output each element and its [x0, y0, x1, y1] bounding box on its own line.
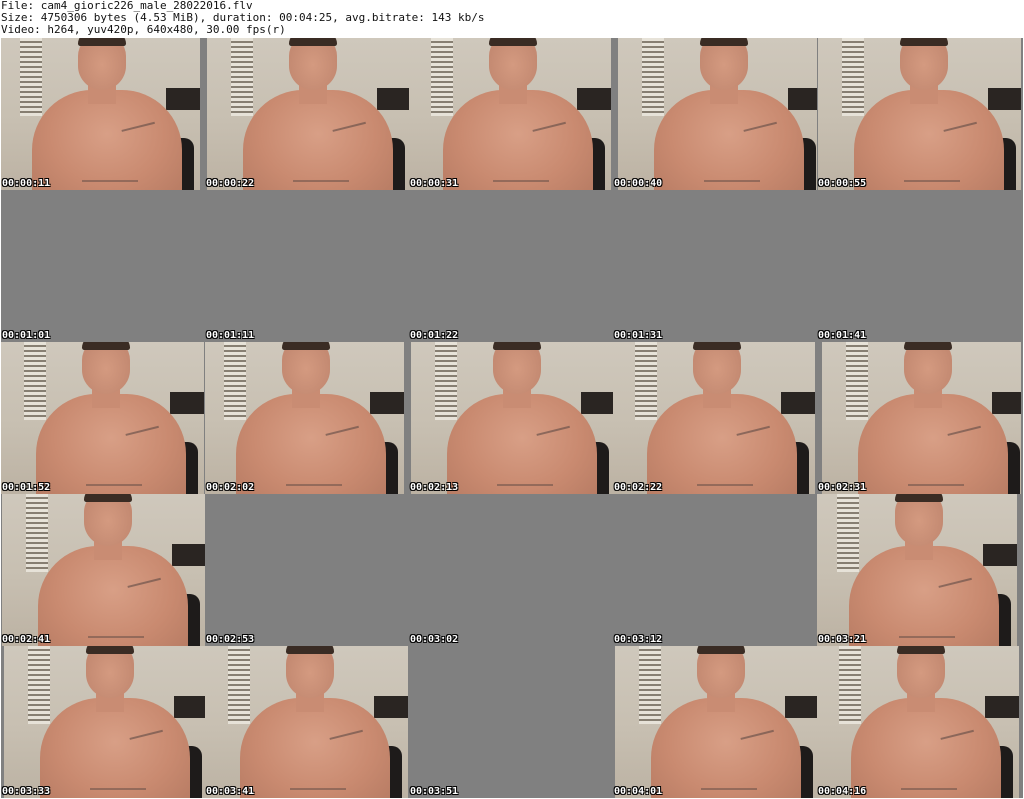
timestamp-label: 00:03:51	[410, 786, 459, 797]
frame-image	[822, 342, 1021, 494]
video-frame-thumbnail: 00:00:55	[817, 38, 1021, 190]
video-frame-thumbnail: 00:03:21	[817, 494, 1021, 646]
frame-image	[411, 342, 613, 494]
timestamp-label: 00:00:40	[614, 178, 663, 189]
frame-image	[409, 38, 611, 190]
video-frame-thumbnail: 00:04:01	[613, 646, 817, 798]
timestamp-label: 00:03:02	[410, 634, 459, 645]
timestamp-label: 00:01:41	[818, 330, 867, 341]
video-frame-thumbnail: 00:00:31	[409, 38, 613, 190]
video-frame-thumbnail: 00:02:13	[409, 342, 613, 494]
blank-frame: 00:01:22	[409, 190, 613, 342]
timestamp-label: 00:02:02	[206, 482, 255, 493]
blank-frame: 00:02:53	[205, 494, 409, 646]
blank-frame: 00:01:41	[817, 190, 1021, 342]
video-frame-thumbnail: 00:02:02	[205, 342, 409, 494]
blank-frame: 00:01:11	[205, 190, 409, 342]
blank-frame: 00:03:12	[613, 494, 817, 646]
video-frame-thumbnail: 00:02:22	[613, 342, 817, 494]
file-info-header: File: cam4_gioric226_male_28022016.flv S…	[1, 0, 1023, 38]
timestamp-label: 00:02:53	[206, 634, 255, 645]
frame-image	[205, 646, 408, 798]
timestamp-label: 00:01:52	[2, 482, 51, 493]
timestamp-label: 00:02:41	[2, 634, 51, 645]
frame-image	[818, 38, 1021, 190]
timestamp-label: 00:03:21	[818, 634, 867, 645]
video-frame-thumbnail: 00:01:52	[1, 342, 205, 494]
video-frame-thumbnail: 00:03:33	[1, 646, 205, 798]
timestamp-label: 00:01:31	[614, 330, 663, 341]
timestamp-label: 00:04:01	[614, 786, 663, 797]
timestamp-label: 00:02:13	[410, 482, 459, 493]
timestamp-label: 00:03:33	[2, 786, 51, 797]
timestamp-label: 00:04:16	[818, 786, 867, 797]
timestamp-label: 00:02:22	[614, 482, 663, 493]
frame-image	[1, 342, 204, 494]
blank-frame: 00:03:02	[409, 494, 613, 646]
timestamp-label: 00:00:55	[818, 178, 867, 189]
blank-frame: 00:01:31	[613, 190, 817, 342]
frame-image	[615, 646, 817, 798]
blank-frame: 00:03:51	[409, 646, 613, 798]
frame-image	[205, 342, 404, 494]
frame-image	[207, 38, 409, 190]
timestamp-label: 00:01:11	[206, 330, 255, 341]
video-frame-thumbnail: 00:02:31	[817, 342, 1021, 494]
video-frame-thumbnail: 00:02:41	[1, 494, 205, 646]
frame-image	[1, 38, 200, 190]
frame-image	[2, 494, 205, 646]
video-frame-thumbnail: 00:00:11	[1, 38, 205, 190]
frame-image	[618, 38, 817, 190]
timestamp-label: 00:03:41	[206, 786, 255, 797]
video-frame-thumbnail: 00:00:40	[613, 38, 817, 190]
timestamp-label: 00:01:22	[410, 330, 459, 341]
blank-frame: 00:01:01	[1, 190, 205, 342]
frame-image	[613, 342, 815, 494]
timestamp-label: 00:02:31	[818, 482, 867, 493]
frame-image	[817, 646, 1019, 798]
timestamp-label: 00:00:11	[2, 178, 51, 189]
video-frame-thumbnail: 00:00:22	[205, 38, 409, 190]
timestamp-label: 00:00:31	[410, 178, 459, 189]
frame-image	[4, 646, 205, 798]
video-info-line: Video: h264, yuv420p, 640x480, 30.00 fps…	[1, 23, 286, 36]
video-frame-thumbnail: 00:04:16	[817, 646, 1021, 798]
video-frame-thumbnail: 00:03:41	[205, 646, 409, 798]
thumbnail-grid: 00:00:11 00:00:22 00:00:31 00:00:40 00:00:55…	[1, 38, 1023, 798]
timestamp-label: 00:00:22	[206, 178, 255, 189]
frame-image	[817, 494, 1017, 646]
timestamp-label: 00:03:12	[614, 634, 663, 645]
timestamp-label: 00:01:01	[2, 330, 51, 341]
